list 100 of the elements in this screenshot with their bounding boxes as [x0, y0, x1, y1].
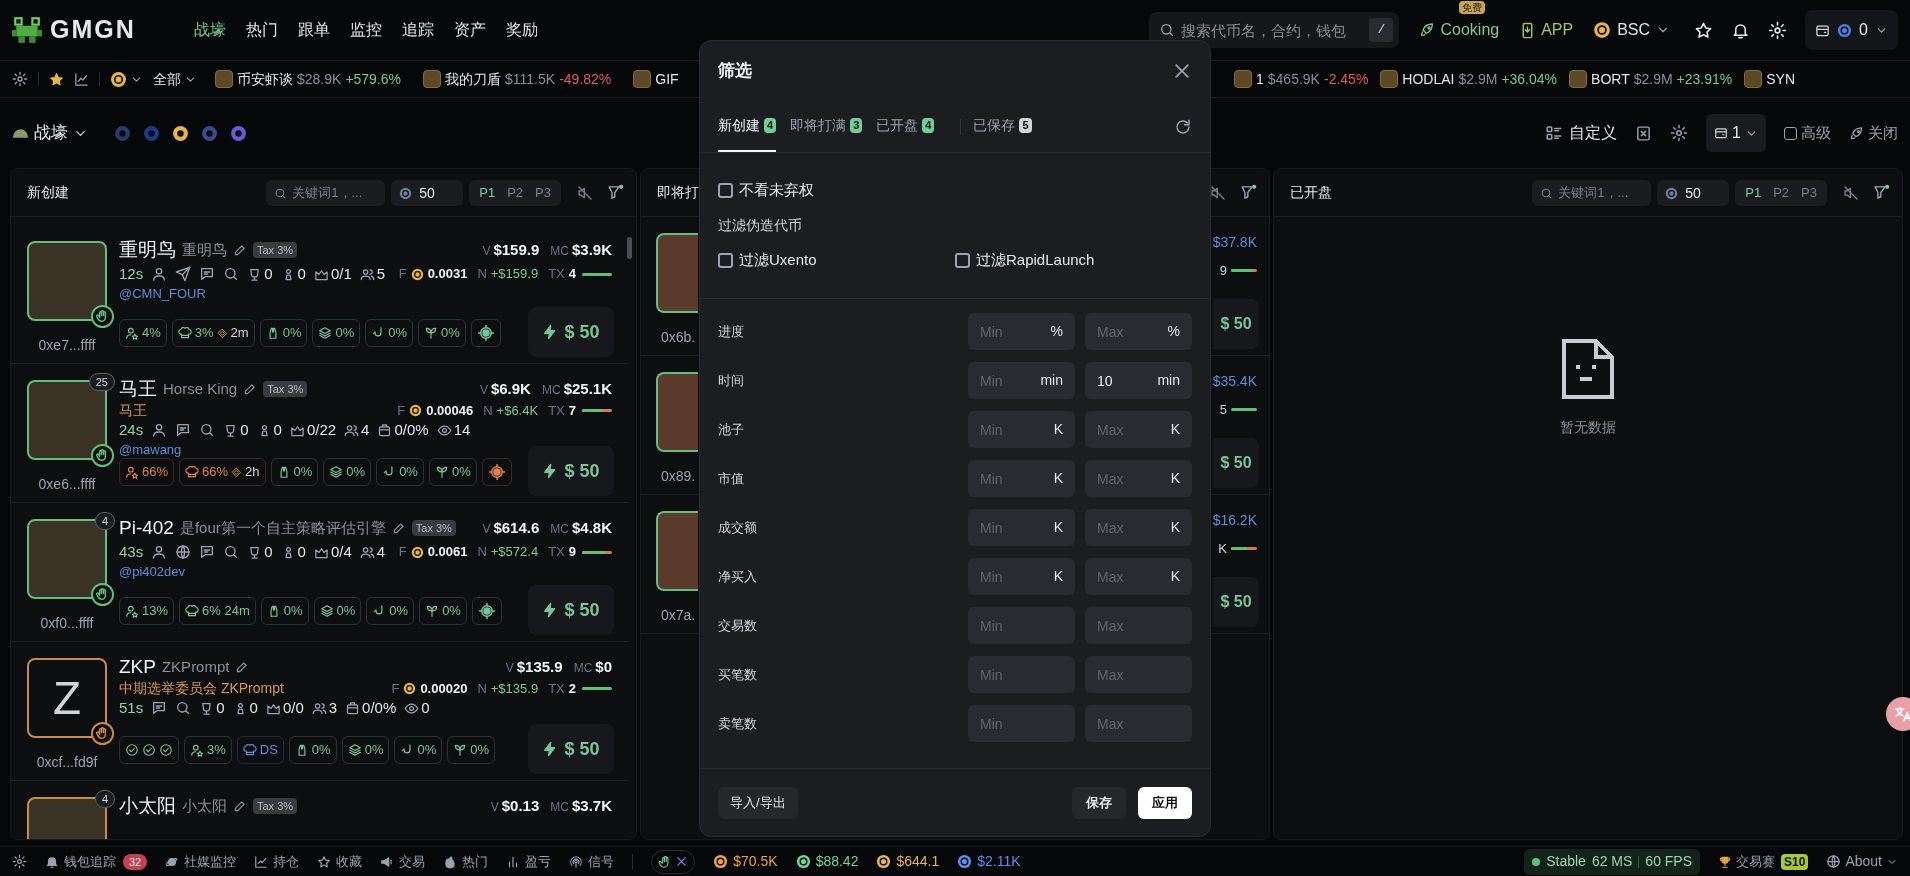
token-name[interactable]: SYN — [1766, 68, 1796, 90]
category-dropdown[interactable]: 全部 — [153, 68, 197, 90]
max-field[interactable]: Max — [1085, 656, 1192, 693]
person-icon[interactable] — [151, 544, 168, 560]
token-name[interactable]: ZKP — [119, 652, 156, 682]
footer-link[interactable]: 收藏 — [317, 851, 363, 872]
send-icon[interactable] — [175, 266, 192, 282]
chat-icon[interactable] — [199, 266, 216, 282]
min-field[interactable]: Min — [968, 705, 1075, 742]
advanced-checkbox[interactable] — [1784, 126, 1797, 140]
search-icon[interactable] — [223, 544, 240, 560]
edit-icon[interactable] — [391, 521, 406, 535]
buy-button[interactable]: $ 50 — [1213, 577, 1259, 627]
min-field[interactable]: Min — [968, 656, 1075, 693]
globe-icon[interactable] — [175, 544, 192, 560]
x-box-icon[interactable] — [1635, 124, 1653, 142]
max-field[interactable]: Max — [1085, 705, 1192, 742]
filter-tab[interactable]: 即将打满 3 — [790, 101, 863, 152]
footer-link[interactable]: 社媒监控 — [165, 851, 237, 872]
refresh-icon[interactable] — [1174, 117, 1192, 136]
preset-tab[interactable]: P1 — [1739, 182, 1768, 203]
person-icon[interactable] — [151, 422, 168, 438]
creator-handle[interactable]: @pi402dev — [119, 563, 185, 580]
apply-button[interactable]: 应用 — [1138, 786, 1192, 819]
token-name[interactable]: 马王 — [119, 374, 157, 404]
x-icon[interactable] — [675, 855, 689, 868]
app-button[interactable]: APP — [1519, 18, 1574, 42]
filter-tab[interactable]: 新创建 4 — [718, 101, 777, 152]
footer-link[interactable]: 交易 — [380, 851, 426, 872]
settings-icon[interactable] — [1670, 124, 1689, 142]
cooking-button[interactable]: Cooking — [1419, 18, 1500, 42]
chain-icon[interactable] — [172, 124, 189, 142]
token-address[interactable]: 0xe6...ffff — [38, 474, 96, 495]
token-name[interactable]: 1 — [1256, 68, 1264, 90]
logo-text[interactable]: GMGN — [50, 11, 136, 49]
preset-tab[interactable]: P2 — [1767, 182, 1796, 203]
star-icon[interactable] — [1694, 20, 1714, 40]
nav-link[interactable]: 跟单 — [297, 18, 330, 42]
checkbox[interactable] — [718, 182, 733, 198]
nav-link[interactable]: 战壕 — [193, 18, 226, 42]
layout-dropdown[interactable]: 1 — [1706, 114, 1766, 152]
chain-filter-dropdown[interactable] — [110, 70, 143, 88]
checkbox[interactable] — [955, 252, 970, 268]
creator-handle[interactable]: @mawang — [119, 441, 182, 458]
footer-link[interactable]: 钱包追踪 32 — [45, 851, 148, 872]
preset-tab[interactable]: P2 — [501, 182, 530, 203]
search-icon[interactable] — [175, 700, 192, 716]
token-address[interactable]: 0xe7...ffff — [38, 335, 96, 356]
buy-button[interactable]: $ 50 — [528, 585, 614, 635]
buy-button[interactable]: $ 50 — [1213, 438, 1259, 488]
token-name[interactable]: HODLAI — [1402, 68, 1455, 90]
search-icon[interactable] — [223, 266, 240, 282]
keyword-search-field[interactable]: 关键词1，... — [1532, 179, 1652, 206]
scrollbar-thumb[interactable] — [627, 237, 632, 259]
amount-field[interactable]: 50 — [391, 179, 464, 206]
token-address[interactable]: 0xcf...fd9f — [36, 752, 98, 773]
footer-link[interactable]: 信号 — [569, 851, 615, 872]
buy-button[interactable]: $ 50 — [1213, 299, 1259, 349]
line-chart-icon[interactable] — [74, 71, 89, 87]
token-address[interactable]: 0x89. — [661, 466, 698, 487]
token-name[interactable]: BORT — [1591, 68, 1630, 90]
filter-icon[interactable] — [1240, 184, 1257, 201]
nav-link[interactable]: 热门 — [245, 18, 278, 42]
person-icon[interactable] — [151, 266, 168, 282]
filter-icon[interactable] — [1873, 184, 1890, 201]
buy-button[interactable]: $ 50 — [528, 307, 614, 357]
preset-tab[interactable]: P3 — [529, 182, 557, 203]
token-name[interactable]: 我的刀盾 — [445, 68, 502, 90]
filter-icon[interactable] — [607, 184, 624, 201]
token-name[interactable]: 重明鸟 — [119, 235, 176, 265]
edit-icon[interactable] — [235, 660, 250, 674]
settings-icon[interactable] — [12, 71, 28, 87]
nav-link[interactable]: 监控 — [349, 18, 382, 42]
token-name[interactable]: GIF — [655, 68, 679, 90]
nav-link[interactable]: 奖励 — [505, 18, 538, 42]
star-icon[interactable] — [49, 71, 64, 87]
buy-button[interactable]: $ 50 — [528, 446, 614, 496]
footer-link[interactable]: 热门 — [443, 851, 489, 872]
token-address[interactable]: 0x7a. — [661, 605, 698, 626]
footer-link[interactable]: 持仓 — [254, 851, 300, 872]
chain-dropdown[interactable]: BSC — [1593, 18, 1671, 42]
edit-icon[interactable] — [243, 382, 258, 396]
keyword-search-field[interactable]: 关键词1，... — [266, 179, 386, 206]
buy-button[interactable]: $ 50 — [528, 724, 614, 774]
search-icon[interactable] — [199, 422, 216, 438]
preset-tab[interactable]: P1 — [473, 182, 502, 203]
close-icon[interactable] — [1172, 61, 1192, 81]
import-export-button[interactable]: 导入/导出 — [718, 786, 798, 819]
token-name[interactable]: Pi-402 — [119, 513, 174, 543]
amount-field[interactable]: 50 — [1657, 179, 1730, 206]
wallet-button[interactable]: 0 — [1805, 10, 1898, 50]
customize-button[interactable]: 自定义 — [1545, 121, 1618, 145]
creator-handle[interactable]: @CMN_FOUR — [119, 285, 206, 302]
close-panel-button[interactable]: 关闭 — [1849, 121, 1898, 145]
frog-logo-icon[interactable] — [12, 15, 42, 45]
settings-icon[interactable] — [12, 854, 27, 869]
token-name[interactable]: 小太阳 — [119, 791, 176, 821]
min-field[interactable]: Min — [968, 607, 1075, 644]
chat-icon[interactable] — [151, 700, 168, 716]
checkbox[interactable] — [718, 252, 733, 268]
